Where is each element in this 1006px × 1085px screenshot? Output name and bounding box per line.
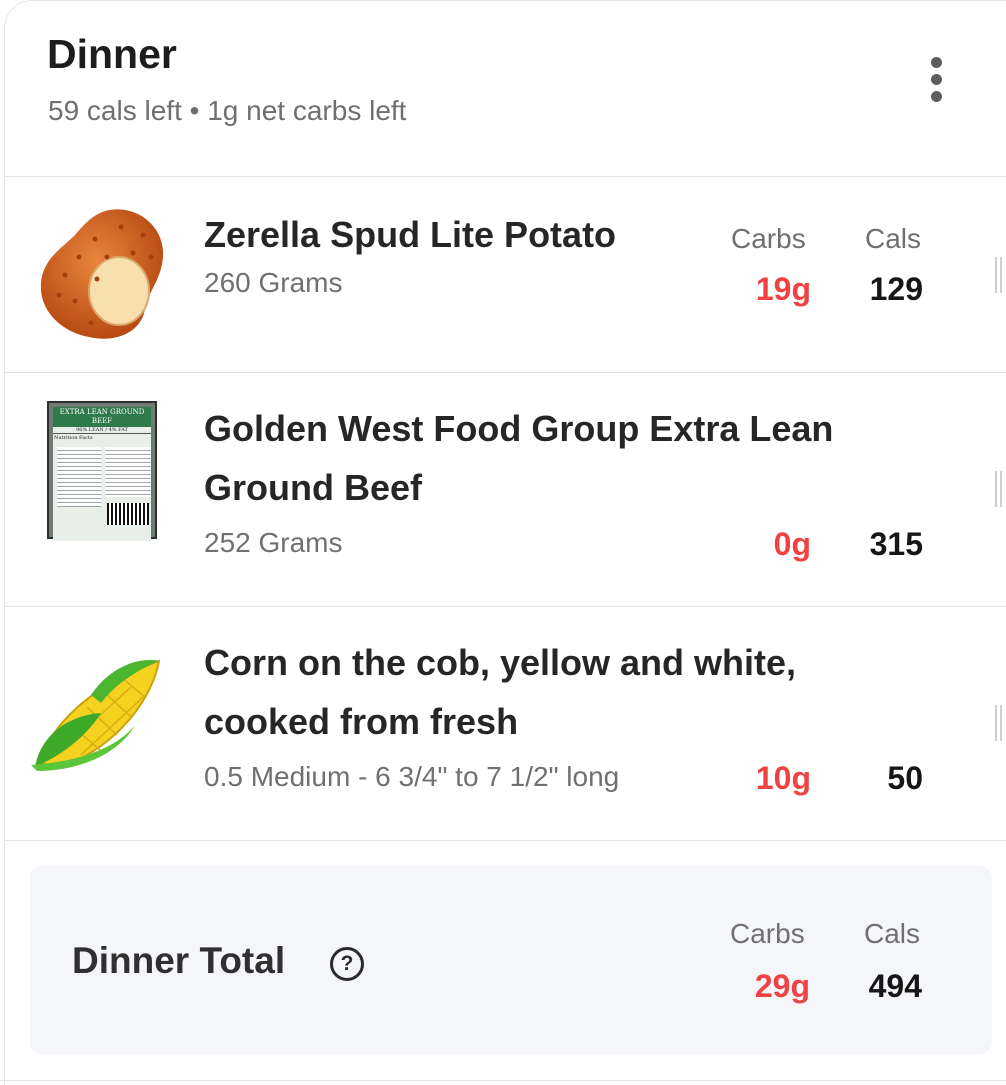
drag-handle-icon[interactable] [995,705,1003,741]
meal-title: Dinner [47,31,177,77]
corn-icon [31,655,171,771]
question-circle-icon[interactable]: ? [330,947,364,981]
total-carbs: 29g [754,968,810,1004]
package-sublabel: 96% LEAN / 4% FAT [53,427,151,434]
drag-handle-icon[interactable] [995,257,1003,293]
ingredients-panel [105,447,151,497]
food-cals: 50 [887,760,923,796]
food-carbs: 0g [773,526,811,562]
meal-header: Dinner 59 cals left • 1g net carbs left [5,1,1006,177]
food-serving: 252 Grams [204,527,343,558]
meal-total-label: Dinner Total [72,940,286,981]
food-serving: 260 Grams [204,267,343,298]
food-serving: 0.5 Medium - 6 3/4" to 7 1/2" long [204,761,620,792]
food-name: Corn on the cob, yellow and white, cooke… [204,642,797,742]
ground-beef-package: EXTRA LEAN GROUND BEEF 96% LEAN / 4% FAT… [47,401,157,541]
food-carbs: 19g [755,271,811,307]
meal-total-box: Dinner Total ? Carbs Cals 29g 494 [30,866,992,1054]
net-carbs-left: 1g net carbs left [207,95,407,126]
meal-remaining: 59 cals left • 1g net carbs left [48,95,406,127]
package-panel: Nutrition Facts [54,435,93,441]
more-vertical-icon[interactable] [922,57,950,107]
cals-column-label: Cals [865,223,922,254]
food-row-ground-beef[interactable]: EXTRA LEAN GROUND BEEF 96% LEAN / 4% FAT… [5,373,1006,607]
cals-left: 59 cals left [48,95,182,126]
carbs-column-label: Carbs [731,223,806,254]
food-name: Golden West Food Group Extra Lean Ground… [204,408,834,508]
carbs-column-label: Carbs [730,918,805,949]
barcode [107,503,149,525]
divider [0,1080,1006,1081]
cals-column-label: Cals [864,918,921,949]
food-row-potato[interactable]: Zerella Spud Lite Potato 260 Grams Carbs… [5,177,1006,373]
potato-icon [35,205,171,341]
separator-dot: • [189,95,200,126]
package-label: EXTRA LEAN GROUND BEEF [53,407,151,427]
nutrition-panel [57,447,101,507]
food-cals: 129 [869,271,923,307]
food-row-corn[interactable]: Corn on the cob, yellow and white, cooke… [5,607,1006,841]
total-cals: 494 [868,968,922,1004]
food-carbs: 10g [755,760,811,796]
food-cals: 315 [869,526,923,562]
drag-handle-icon[interactable] [995,471,1003,507]
